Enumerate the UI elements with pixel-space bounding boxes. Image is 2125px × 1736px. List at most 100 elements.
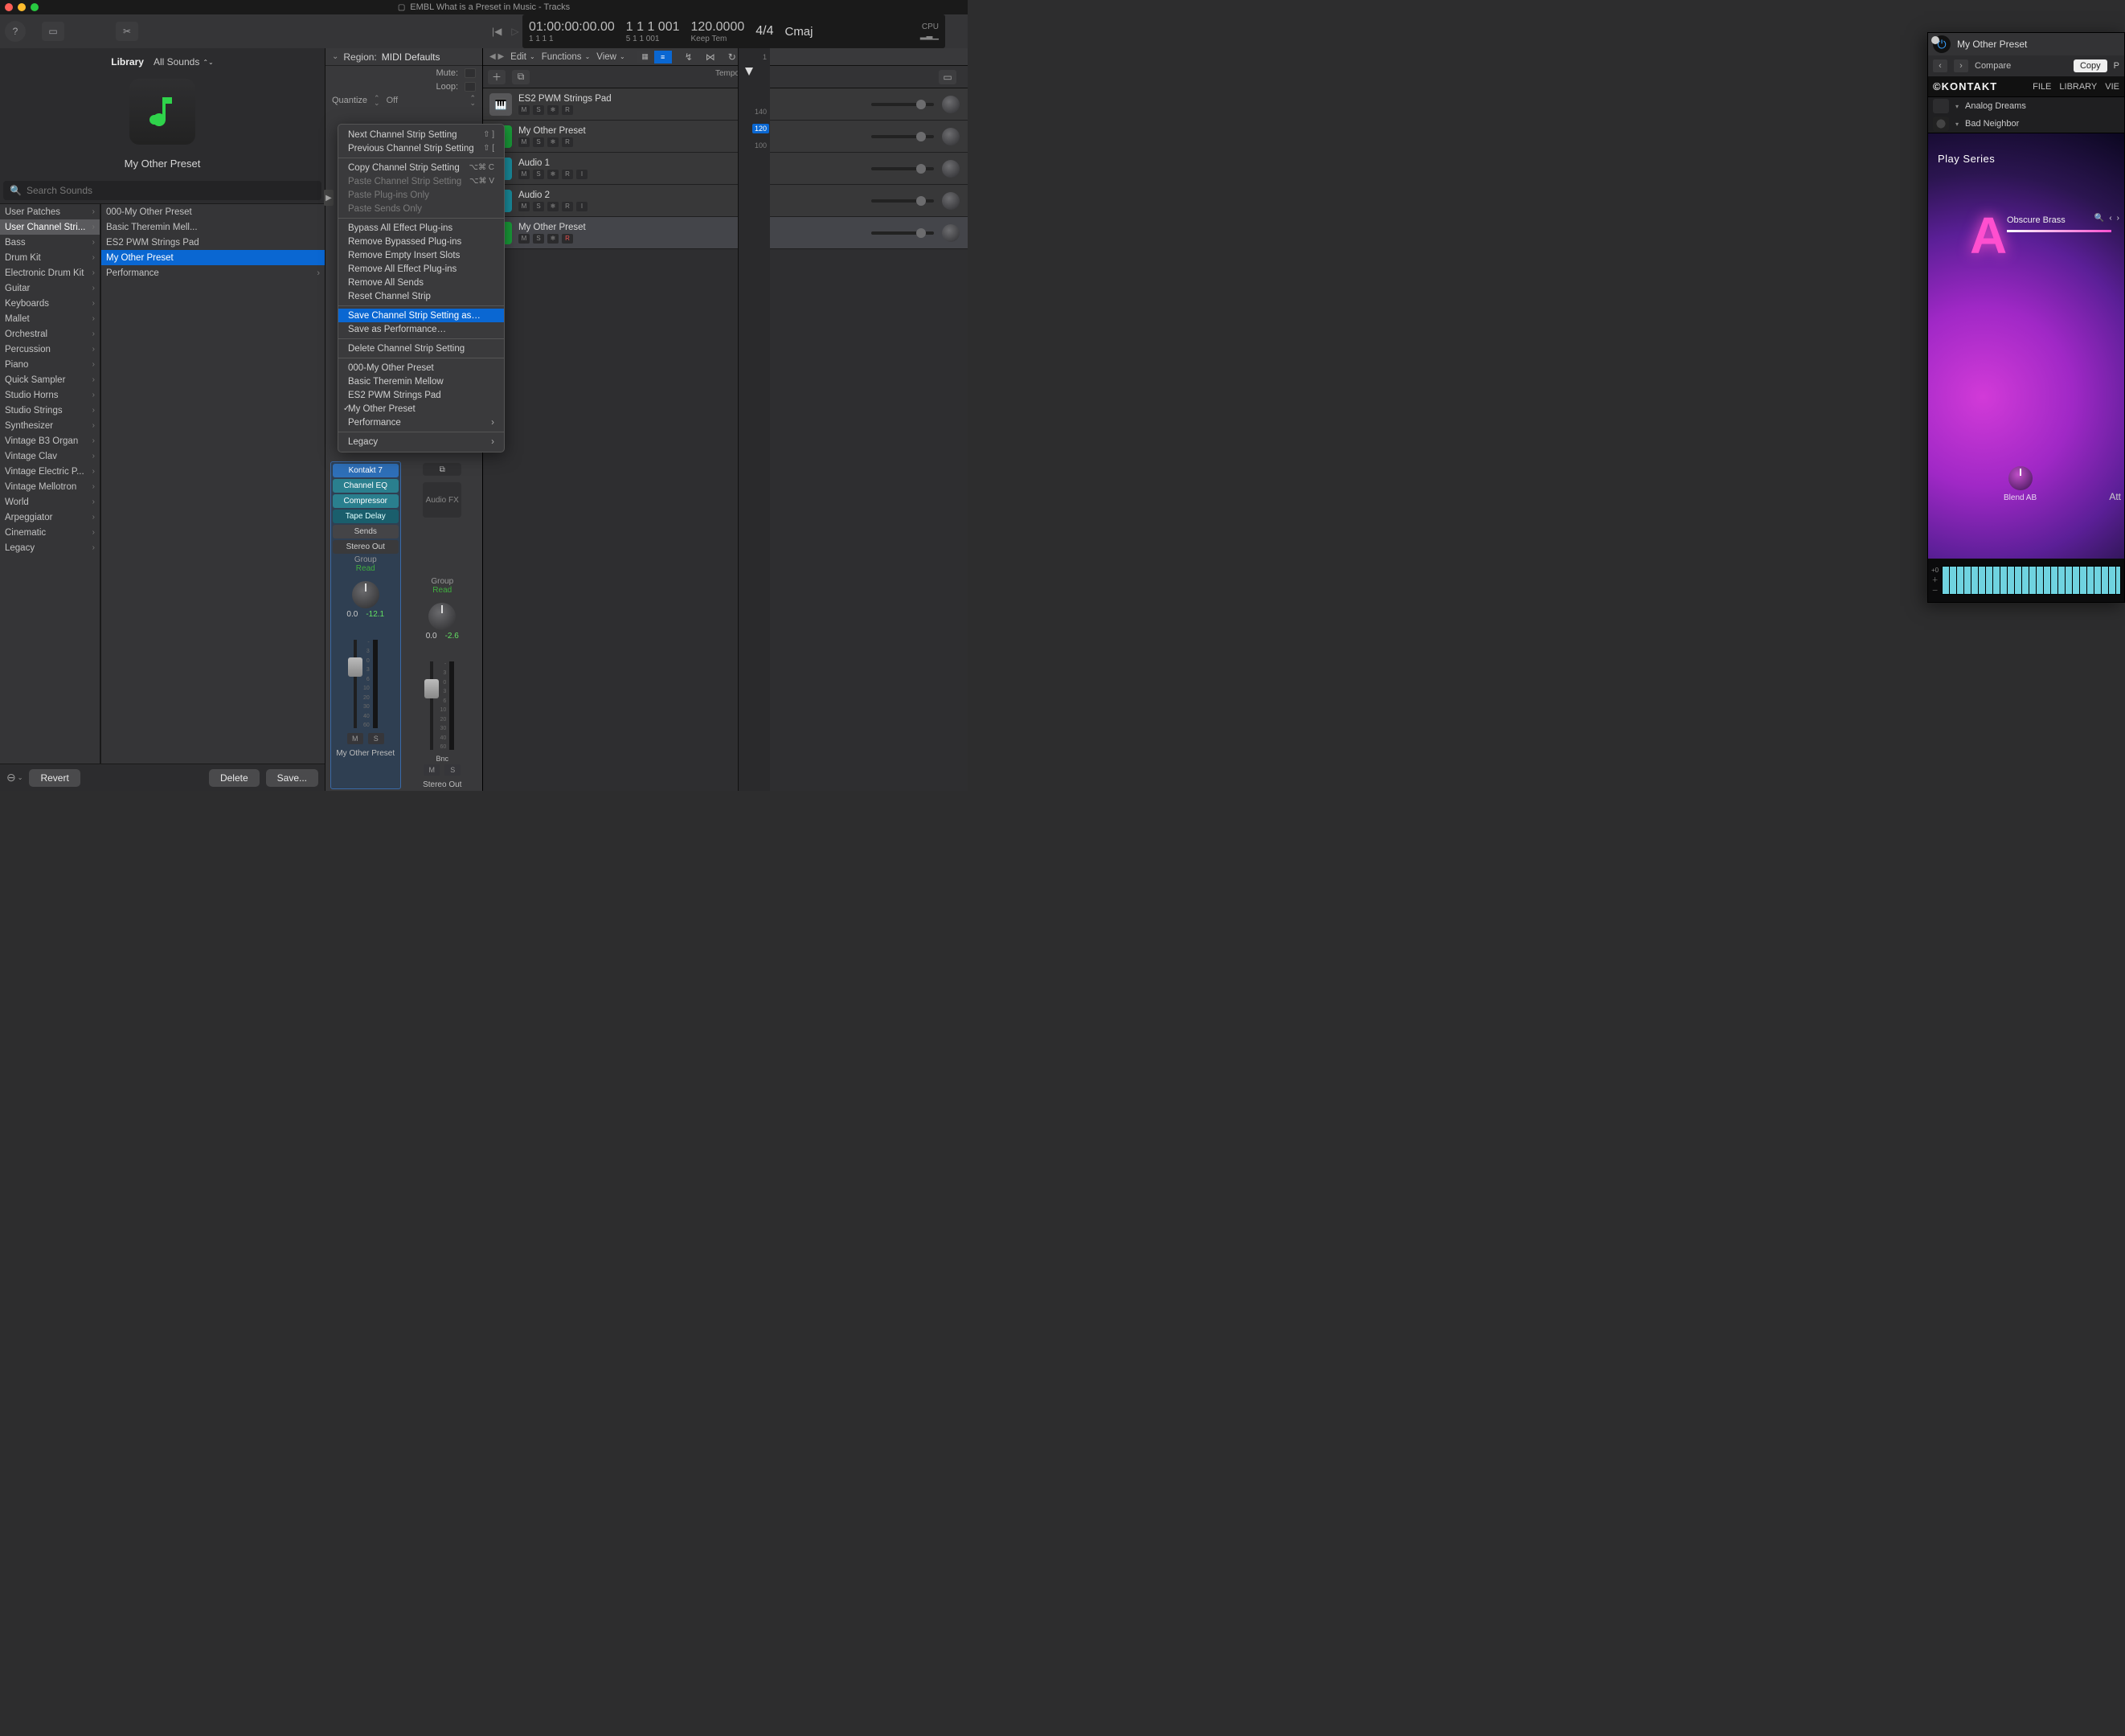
track-name[interactable]: My Other Preset xyxy=(518,223,863,232)
fader[interactable]: -30361020304060 xyxy=(418,645,466,750)
kontakt-instrument[interactable]: ▾ Bad Neighbor xyxy=(1928,115,2124,133)
solo-button[interactable]: S xyxy=(368,733,384,744)
search-icon[interactable]: 🔍 xyxy=(2094,214,2104,223)
plugin-window[interactable]: ⏻ My Other Preset ‹ › Compare Copy P ©KO… xyxy=(1927,32,2125,603)
category-item[interactable]: User Patches› xyxy=(0,204,100,219)
track-❄-button[interactable]: ❄ xyxy=(547,105,559,115)
category-item[interactable]: User Channel Stri...› xyxy=(0,219,100,235)
patch-item[interactable]: 000-My Other Preset xyxy=(101,204,325,219)
track-s-button[interactable]: S xyxy=(533,137,544,147)
category-item[interactable]: Guitar› xyxy=(0,280,100,296)
track-❄-button[interactable]: ❄ xyxy=(547,234,559,244)
menu-item[interactable]: Save Channel Strip Setting as… xyxy=(338,309,504,322)
all-sounds-dropdown[interactable]: All Sounds⌃⌄ xyxy=(154,56,214,68)
patch-item[interactable]: Basic Theremin Mell... xyxy=(101,219,325,235)
disclosure-icon[interactable]: ▾ xyxy=(1955,121,1959,128)
menu-item[interactable]: Legacy xyxy=(338,435,504,448)
category-item[interactable]: Studio Horns› xyxy=(0,387,100,403)
next-sound-icon[interactable]: › xyxy=(2117,214,2119,223)
kontakt-file-menu[interactable]: FILE xyxy=(2033,82,2051,92)
category-item[interactable]: Piano› xyxy=(0,357,100,372)
pan-knob[interactable] xyxy=(942,224,960,242)
category-item[interactable]: Arpeggiator› xyxy=(0,510,100,525)
play-series-ui[interactable]: Play Series A Obscure Brass 🔍 ‹ › Blend … xyxy=(1928,133,2124,559)
play-icon[interactable]: ▷ xyxy=(511,26,518,37)
category-item[interactable]: Synthesizer› xyxy=(0,418,100,433)
track-name[interactable]: Audio 2 xyxy=(518,190,863,200)
kontakt-view-menu[interactable]: VIE xyxy=(2105,82,2119,92)
category-item[interactable]: Vintage Clav› xyxy=(0,448,100,464)
pan-knob[interactable] xyxy=(942,160,960,178)
quantize-select[interactable]: Off xyxy=(387,96,398,105)
lcd-key[interactable]: Cmaj xyxy=(784,25,813,39)
track-m-button[interactable]: M xyxy=(518,234,530,244)
menu-item[interactable]: Next Channel Strip Setting⇧ ] xyxy=(338,128,504,141)
volume-slider[interactable] xyxy=(871,167,934,170)
library-tab[interactable]: Library xyxy=(111,56,144,68)
menu-item[interactable]: Remove All Effect Plug-ins xyxy=(338,262,504,276)
tempo-lane-label[interactable]: Tempo xyxy=(715,69,739,78)
loop-icon[interactable]: ↻ xyxy=(728,51,736,63)
fx-slot[interactable]: Channel EQ xyxy=(333,479,399,493)
volume-slider[interactable] xyxy=(871,135,934,138)
close-window-icon[interactable] xyxy=(5,3,13,11)
track-s-button[interactable]: S xyxy=(533,105,544,115)
track-r-button[interactable]: R xyxy=(562,105,573,115)
sends-slot[interactable]: Sends xyxy=(333,525,399,538)
prev-sound-icon[interactable]: ‹ xyxy=(2109,214,2111,223)
duplicate-track-button[interactable]: ⧉ xyxy=(512,70,530,84)
automation-curve-icon[interactable]: ↯ xyxy=(685,51,693,63)
audio-fx-slot[interactable]: Audio FX xyxy=(423,482,461,518)
track-r-button[interactable]: R xyxy=(562,234,573,244)
track-m-button[interactable]: M xyxy=(518,137,530,147)
octave-down-icon[interactable]: － xyxy=(1932,586,1939,595)
menu-item[interactable]: Delete Channel Strip Setting xyxy=(338,342,504,355)
pan-knob[interactable] xyxy=(942,96,960,113)
volume-slider[interactable] xyxy=(871,231,934,235)
sound-name[interactable]: Obscure Brass xyxy=(2007,215,2066,225)
patch-item[interactable]: ES2 PWM Strings Pad xyxy=(101,235,325,250)
tempo-marker[interactable]: 120 xyxy=(752,124,769,133)
help-button[interactable]: ? xyxy=(5,21,26,42)
menu-item[interactable]: ES2 PWM Strings Pad xyxy=(338,388,504,402)
add-track-button[interactable]: ＋ xyxy=(488,70,506,84)
track-i-button[interactable]: I xyxy=(576,170,588,179)
track-row[interactable]: ∿Audio 2MS❄RI xyxy=(483,185,968,217)
playhead-stepper-icon[interactable]: ◀ ▶ xyxy=(489,52,504,61)
layer-a-icon[interactable]: A xyxy=(1970,206,2007,265)
lcd-timecode[interactable]: 01:00:00:00.00 xyxy=(529,20,615,35)
track-row[interactable]: ∿Audio 1MS❄RI xyxy=(483,153,968,185)
loop-checkbox[interactable] xyxy=(465,82,476,92)
track-m-button[interactable]: M xyxy=(518,170,530,179)
collapse-inspector-left-icon[interactable]: ▶ xyxy=(324,190,334,206)
lcd-bars[interactable]: 1 1 1 001 xyxy=(626,20,680,35)
lcd-tempo[interactable]: 120.0000 xyxy=(691,20,745,35)
channel-strip-context-menu[interactable]: Next Channel Strip Setting⇧ ]Previous Ch… xyxy=(338,124,505,452)
track-s-button[interactable]: S xyxy=(533,170,544,179)
global-tracks-button[interactable]: ▭ xyxy=(939,70,956,84)
prev-preset-button[interactable]: ‹ xyxy=(1933,59,1947,72)
category-item[interactable]: World› xyxy=(0,494,100,510)
track-icon[interactable]: 🎹 xyxy=(489,93,512,116)
category-item[interactable]: Bass› xyxy=(0,235,100,250)
track-i-button[interactable]: I xyxy=(576,202,588,211)
menu-item[interactable]: Remove All Sends xyxy=(338,276,504,289)
revert-button[interactable]: Revert xyxy=(29,769,80,787)
patch-list[interactable]: 000-My Other PresetBasic Theremin Mell..… xyxy=(101,204,325,764)
maximize-window-icon[interactable] xyxy=(31,3,39,11)
menu-item[interactable]: Bypass All Effect Plug-ins xyxy=(338,221,504,235)
search-input[interactable]: 🔍 Search Sounds xyxy=(3,181,321,200)
next-preset-button[interactable]: › xyxy=(1954,59,1968,72)
toolbar-toggle-button[interactable]: ▭ xyxy=(42,22,64,41)
category-item[interactable]: Quick Sampler› xyxy=(0,372,100,387)
output-slot[interactable]: Stereo Out xyxy=(333,540,399,554)
menu-item[interactable]: 000-My Other Preset xyxy=(338,361,504,375)
quantize-menu-icon[interactable]: ⌃⌄ xyxy=(469,96,476,105)
region-header[interactable]: ⌄ Region: MIDI Defaults xyxy=(326,48,482,66)
track-name[interactable]: Audio 1 xyxy=(518,158,863,168)
track-row[interactable]: My Other PresetMS❄R xyxy=(483,121,968,153)
category-item[interactable]: Orchestral› xyxy=(0,326,100,342)
category-item[interactable]: Studio Strings› xyxy=(0,403,100,418)
menu-item[interactable]: Remove Bypassed Plug-ins xyxy=(338,235,504,248)
menu-item[interactable]: Previous Channel Strip Setting⇧ [ xyxy=(338,141,504,155)
